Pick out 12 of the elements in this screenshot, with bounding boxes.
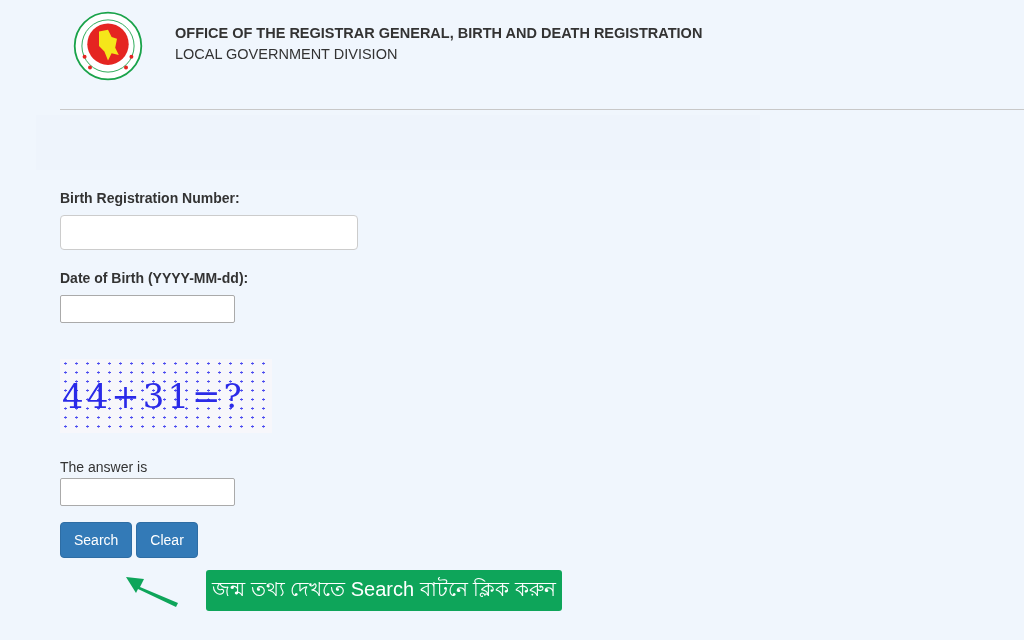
instruction-banner: জন্ম তথ্য দেখতে Search বাটনে ক্লিক করুন: [206, 570, 562, 611]
office-title: OFFICE OF THE REGISTRAR GENERAL, BIRTH AND DEATH REGISTRATION: [175, 24, 703, 41]
input-field[interactable]: [60, 295, 235, 323]
input-field[interactable]: [60, 215, 358, 250]
captcha-image: 44+31=?: [60, 359, 272, 433]
search-button[interactable]: Search: [60, 522, 133, 558]
division-subtitle: LOCAL GOVERNMENT DIVISION: [175, 45, 399, 62]
field-label: Birth Registration Number:: [60, 190, 240, 206]
answer-field[interactable]: [60, 478, 235, 506]
field-label: Date of Birth (YYYY-MM-dd):: [60, 270, 249, 286]
clear-button[interactable]: Clear: [136, 522, 198, 558]
answer-label: The answer is: [60, 459, 148, 475]
